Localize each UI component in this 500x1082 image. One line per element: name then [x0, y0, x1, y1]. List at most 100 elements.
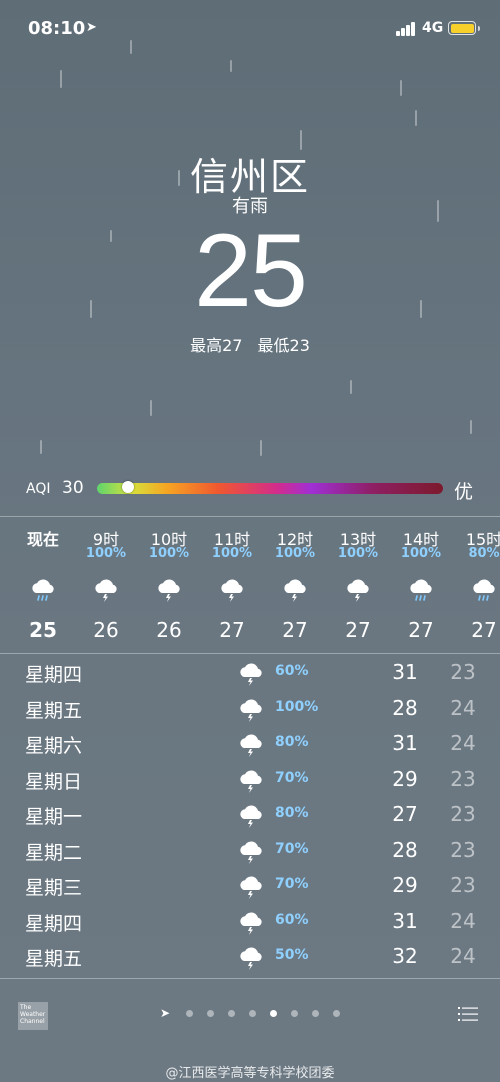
daily-day: 星期日	[25, 770, 83, 793]
daily-high: 29	[392, 873, 418, 897]
hourly-temp: 27	[345, 618, 371, 642]
daily-low: 23	[450, 837, 476, 862]
hourly-precip-prob: 100%	[211, 546, 253, 561]
weather-channel-logo[interactable]: The Weather Channel	[18, 1002, 48, 1030]
daily-precip-prob: 80%	[275, 734, 309, 750]
page-dot[interactable]	[249, 1010, 256, 1017]
daily-day: 星期四	[25, 912, 83, 935]
watermark: @江西医学高等专科学校团委	[165, 1066, 335, 1081]
provider-name: The Weather Channel	[20, 1004, 46, 1025]
daily-day: 星期五	[25, 948, 83, 970]
daily-low: 24	[450, 731, 476, 755]
cloud-thunderstorm-icon	[76, 576, 136, 612]
hourly-precip-prob: 80%	[468, 546, 500, 561]
daily-row: 星期四 60% 31 24	[0, 905, 500, 941]
page-dot[interactable]	[228, 1010, 235, 1017]
cloud-thunderstorm-icon	[237, 944, 265, 972]
daily-precip-prob: 70%	[275, 876, 309, 892]
aqi-scale-bar	[97, 483, 443, 494]
low-temperature: 最低23	[257, 336, 310, 355]
daily-row: 星期五 100% 28 24	[0, 692, 500, 728]
aqi-label: AQI	[26, 481, 51, 497]
cloud-rain-icon	[391, 576, 451, 612]
cloud-thunderstorm-icon	[237, 909, 265, 937]
hourly-item: 10时 100% 26	[139, 526, 199, 642]
page-dot[interactable]	[333, 1010, 340, 1017]
hourly-time: 10时	[150, 530, 188, 549]
daily-low: 24	[450, 944, 476, 968]
daily-row: 星期日 70% 29 23	[0, 763, 500, 799]
aqi-row[interactable]: AQI 30 优	[0, 478, 500, 503]
high-low-temperature: 最高27 最低23	[0, 332, 500, 356]
hourly-item: 14时 100% 27	[391, 526, 451, 642]
daily-low: 23	[450, 766, 476, 791]
list-icon[interactable]	[458, 1006, 478, 1022]
daily-low: 23	[450, 660, 476, 684]
status-time: 08:10	[28, 18, 86, 39]
daily-row: 星期二 70% 28 23	[0, 834, 500, 870]
hourly-item: 11时 100% 27	[202, 526, 262, 642]
daily-day: 星期二	[25, 841, 83, 864]
daily-row: 星期三 70% 29 23	[0, 869, 500, 905]
cloud-thunderstorm-icon	[139, 576, 199, 612]
daily-high: 31	[392, 660, 418, 684]
daily-row: 星期一 80% 27 23	[0, 798, 500, 834]
location-arrow-icon: ➤	[86, 20, 97, 35]
cloud-thunderstorm-icon	[237, 731, 265, 759]
daily-high: 32	[392, 944, 418, 968]
page-dot[interactable]	[291, 1010, 298, 1017]
hourly-precip-prob: 100%	[85, 546, 127, 561]
cloud-thunderstorm-icon	[265, 576, 325, 612]
hourly-item: 12时 100% 27	[265, 526, 325, 642]
page-dot[interactable]	[270, 1010, 277, 1017]
status-bar: 08:10 ➤ 4G	[0, 18, 500, 44]
hourly-temp: 27	[408, 618, 434, 642]
page-dot[interactable]	[207, 1010, 214, 1017]
hourly-item: 9时 100% 26	[76, 526, 136, 642]
hourly-time: 13时	[339, 530, 377, 549]
cloud-thunderstorm-icon	[237, 802, 265, 830]
divider-bottom	[0, 978, 500, 979]
hourly-temp: 27	[282, 618, 308, 642]
daily-high: 29	[392, 766, 418, 791]
daily-precip-prob: 80%	[275, 805, 309, 821]
hourly-time: 14时	[402, 530, 440, 549]
daily-precip-prob: 70%	[275, 769, 309, 786]
daily-precip-prob: 70%	[275, 840, 309, 857]
high-temperature: 最高27	[190, 336, 243, 355]
cloud-rain-icon	[13, 576, 73, 612]
daily-day: 星期三	[25, 877, 83, 899]
daily-day: 星期五	[25, 699, 83, 722]
daily-high: 27	[392, 802, 418, 826]
hourly-time: 11时	[213, 530, 251, 549]
hourly-temp: 26	[93, 618, 119, 642]
hourly-precip-prob: 100%	[337, 546, 379, 561]
cloud-rain-icon	[454, 576, 500, 612]
hourly-temp: 25	[29, 618, 57, 642]
daily-precip-prob: 60%	[275, 663, 309, 679]
daily-row: 星期四 60% 31 23	[0, 656, 500, 692]
hourly-precip-prob: 100%	[274, 546, 316, 561]
daily-precip-prob: 50%	[275, 947, 309, 963]
daily-low: 24	[450, 908, 476, 933]
hourly-time: 现在	[26, 530, 59, 549]
hourly-precip-prob: 100%	[400, 546, 442, 561]
hourly-precip-prob: 100%	[148, 546, 190, 561]
page-dot[interactable]	[186, 1010, 193, 1017]
cloud-thunderstorm-icon	[202, 576, 262, 612]
hourly-forecast[interactable]: 现在 25 9时 100% 26 10时 100% 26 11时 100% 27 12时 100% 27 1…	[0, 526, 500, 646]
hourly-time: 12时	[276, 530, 314, 549]
daily-row: 星期五 50% 32 24	[0, 940, 500, 976]
cloud-thunderstorm-icon	[237, 696, 265, 724]
hourly-temp: 27	[219, 618, 245, 642]
location-arrow-icon: ➤	[160, 1006, 171, 1020]
daily-low: 24	[450, 695, 476, 720]
cloud-thunderstorm-icon	[328, 576, 388, 612]
hourly-time: 15时	[465, 530, 500, 549]
daily-day: 星期六	[25, 735, 83, 757]
page-dot[interactable]	[312, 1010, 319, 1017]
daily-precip-prob: 60%	[275, 911, 309, 928]
network-type: 4G	[422, 20, 444, 36]
cloud-thunderstorm-icon	[237, 767, 265, 795]
daily-high: 28	[392, 837, 418, 862]
